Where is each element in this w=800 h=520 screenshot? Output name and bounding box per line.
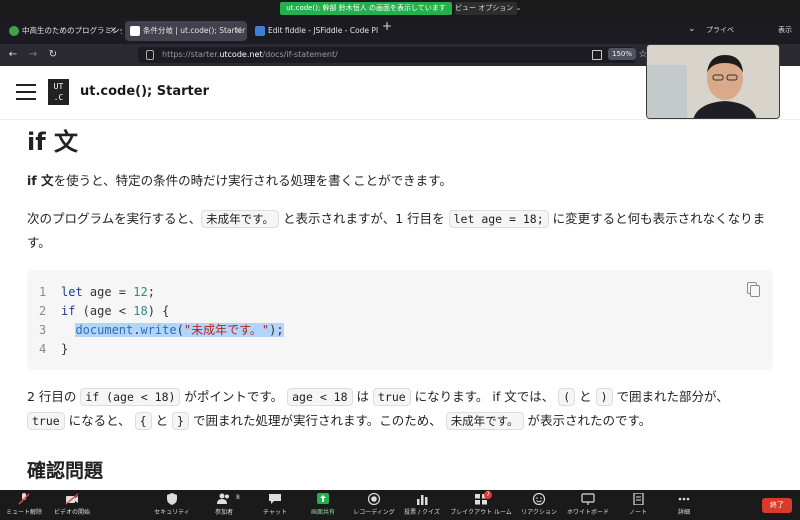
share-screen-button[interactable]: 画面共有 [306,493,340,519]
notes-button[interactable]: ノート [626,493,650,519]
close-icon[interactable]: ✕ [234,21,242,41]
code-block: 1 let age = 12; 2 if (age < 18) { 3 docume… [27,270,773,370]
forward-arrow-icon[interactable]: → [26,47,40,63]
page-title: if 文 [27,128,79,156]
tab-if-statement[interactable]: 条件分岐 | ut.code(); Starter ✕ [125,21,247,41]
unmute-button[interactable]: ミュート解除 [4,493,44,519]
start-video-button[interactable]: ビデオの開始 [52,493,92,519]
code-line: 4} [39,342,69,356]
intro-paragraph: if 文を使うと、特定の条件の時だけ実行される処理を書くことができます。 [27,173,452,188]
back-arrow-icon[interactable]: ← [6,47,20,63]
microphone-muted-icon [18,493,30,505]
screen: ut.code(); 幹部 鈴木恒人 の画面を表示しています ビュー オプション… [0,0,800,520]
tab-programming-course[interactable]: 中高生のためのプログラミング講座 ✕ [4,21,122,41]
tab-label: 条件分岐 | ut.code(); Starter [143,26,246,35]
jsfiddle-favicon-icon [255,26,265,36]
close-icon[interactable]: ✕ [109,21,117,41]
video-off-icon [65,493,79,505]
lock-icon [146,50,154,60]
inline-code: let age = 18; [448,210,549,228]
site-favicon-icon [9,26,19,36]
whiteboard-button[interactable]: ホワイトボード [566,493,610,519]
poll-bar-icon [417,495,428,505]
web-page: UT .C ut.code(); Starter if 文 if 文を使うと、特… [0,66,800,490]
copy-icon[interactable] [747,282,761,298]
view-options-button[interactable]: ビュー オプション ⌄ [455,2,521,15]
record-button[interactable]: レコーディング [350,493,398,519]
breakout-rooms-button[interactable]: ブレイクアウト ルーム [448,493,514,519]
new-tab-button[interactable]: + [382,19,392,33]
whiteboard-icon [581,493,595,505]
participants-icon [217,493,229,504]
code-line-selected[interactable]: 3 document.write("未成年です。"); [39,321,284,339]
address-bar[interactable]: https://starter.utcode.net/docs/if-state… [138,47,636,63]
end-meeting-button[interactable]: 終了 [762,498,792,513]
zoom-share-banner: ut.code(); 幹部 鈴木恒人 の画面を表示しています ビュー オプション… [0,0,800,18]
reader-view-icon[interactable] [592,50,602,60]
description-paragraph: 次のプログラムを実行すると、 未成年です。 と表示されますが、1 行目を let … [27,210,766,250]
private-browsing-label: プライベ [706,26,734,34]
ut-code-logo[interactable]: UT .C [48,79,69,105]
zoom-level-badge[interactable]: 150% [608,48,637,60]
shield-icon [167,493,177,505]
chat-button[interactable]: チャット [258,493,292,519]
url-text: https://starter.utcode.net/docs/if-state… [162,50,338,59]
explanation-paragraph: 2 行目の if (age < 18) がポイントです。 age < 18 は … [27,388,729,430]
polls-quiz-button[interactable]: 投票 / クイズ [402,493,442,519]
ut-code-favicon-icon [130,26,140,36]
webcam-video-thumbnail[interactable] [646,44,780,119]
note-icon [633,493,644,505]
browser-tab-bar: 中高生のためのプログラミング講座 ✕ 条件分岐 | ut.code(); Sta… [0,18,800,44]
code-line: 1 let age = 12; [39,285,155,299]
chevron-down-icon[interactable]: ⌄ [688,24,696,34]
code-line: 2 if (age < 18) { [39,304,170,318]
participants-count: 8 [236,494,240,501]
smiley-icon [532,493,546,505]
zoom-meeting-toolbar: ミュート解除 ビデオの開始 セキュリティ 参加者 8 チャット 画面共有 レコー… [0,490,800,520]
chat-bubble-icon [269,494,281,504]
more-dots-icon [678,497,690,501]
presenter-video-image [647,45,779,118]
reload-icon[interactable]: ↻ [46,47,60,63]
tab-label: Edit fiddle - JSFiddle - Code Playground [268,26,378,35]
menu-icon[interactable] [16,84,36,100]
security-button[interactable]: セキュリティ [150,493,194,519]
reactions-button[interactable]: リアクション [518,493,560,519]
screen-sharing-indicator[interactable]: ut.code(); 幹部 鈴木恒人 の画面を表示しています [280,2,452,15]
display-label[interactable]: 表示 [778,25,792,35]
tab-label: 中高生のためのプログラミング講座 [22,26,122,35]
share-screen-icon [317,493,329,504]
tab-jsfiddle[interactable]: Edit fiddle - JSFiddle - Code Playground [250,21,378,41]
inline-code: 未成年です。 [201,210,279,228]
more-button[interactable]: 詳細 [672,493,696,519]
record-icon [367,493,381,505]
breakout-notification-badge: 7 [484,491,492,499]
site-title[interactable]: ut.code(); Starter [80,84,209,99]
section-heading: 確認問題 [27,460,104,482]
